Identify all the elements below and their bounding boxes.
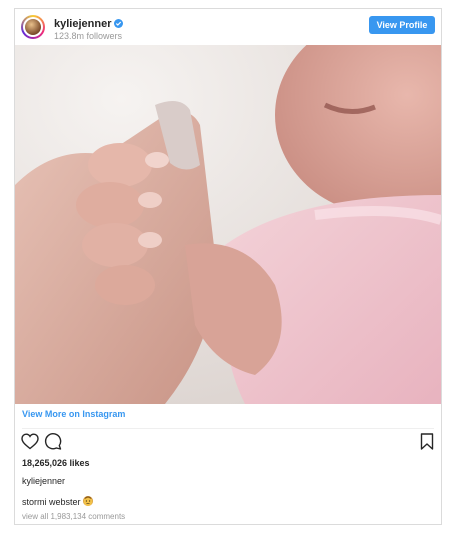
post-photo[interactable] [15,45,441,404]
heart-icon[interactable] [21,433,39,455]
profile-avatar[interactable] [21,15,45,39]
profile-username[interactable]: kyliejenner [54,18,124,30]
verified-icon [114,19,124,28]
caption: stormi webster [22,496,93,507]
view-profile-button[interactable]: View Profile [369,16,435,34]
caption-username[interactable]: kyliejenner [22,476,65,486]
username-text[interactable]: kyliejenner [54,18,111,30]
baby-emoji-icon [82,496,93,506]
comment-icon[interactable] [44,433,62,455]
divider [22,428,434,429]
like-count: 18,265,026 likes [22,458,90,468]
instagram-embed-card: kyliejenner 123.8m followers View Profil… [14,8,442,525]
view-more-link[interactable]: View More on Instagram [22,409,125,419]
post-header: kyliejenner 123.8m followers View Profil… [15,9,441,45]
view-comments-link[interactable]: view all 1,983,134 comments [22,512,125,521]
caption-text: stormi webster [22,497,81,507]
follower-count: 123.8m followers [54,31,123,41]
bookmark-icon[interactable] [420,433,434,455]
